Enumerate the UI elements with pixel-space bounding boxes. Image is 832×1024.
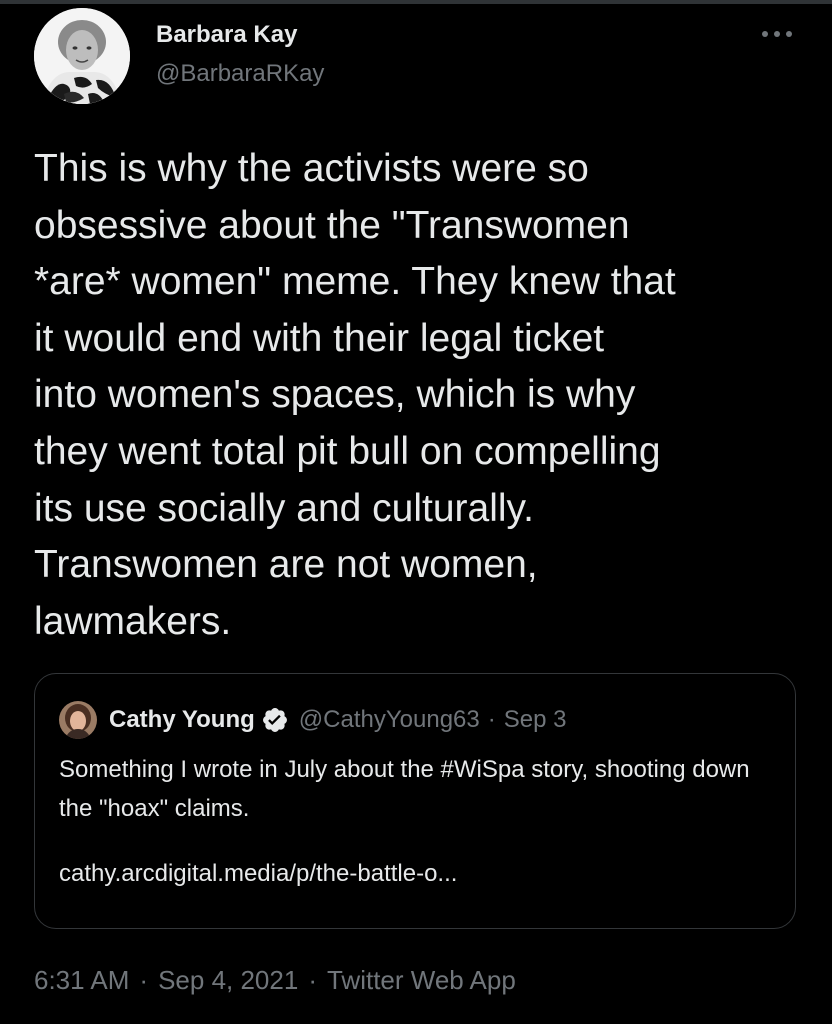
more-horizontal-icon[interactable]: [760, 26, 794, 42]
tweet-source-app[interactable]: Twitter Web App: [327, 965, 516, 996]
tweet-text: This is why the activists were so obsess…: [34, 147, 676, 643]
meta-separator: ·: [308, 965, 317, 995]
quoted-author-handle[interactable]: @CathyYoung63: [299, 706, 480, 734]
quoted-tweet-link[interactable]: cathy.arcdigital.media/p/the-battle-o...: [59, 860, 457, 888]
author-handle[interactable]: @BarbaraRKay: [156, 60, 324, 88]
top-divider: [0, 0, 832, 4]
tweet-metadata: 6:31 AM · Sep 4, 2021 · Twitter Web App: [34, 965, 516, 996]
tweet-date[interactable]: Sep 4, 2021: [158, 965, 298, 996]
author-name[interactable]: Barbara Kay: [156, 21, 297, 49]
quoted-separator: ·: [487, 706, 496, 733]
tweet-time[interactable]: 6:31 AM: [34, 965, 129, 996]
quoted-tweet-card[interactable]: Cathy Young @CathyYoung63 · Sep 3 Someth…: [34, 673, 796, 929]
quoted-author-name[interactable]: Cathy Young: [109, 706, 255, 734]
quoted-tweet-header: Cathy Young @CathyYoung63 · Sep 3: [109, 703, 566, 737]
quoted-tweet-text: Something I wrote in July about the #WiS…: [59, 756, 750, 822]
author-avatar[interactable]: [34, 8, 130, 104]
tweet-header: Barbara Kay @BarbaraRKay: [34, 8, 798, 108]
quoted-tweet-date[interactable]: Sep 3: [504, 706, 567, 734]
verified-badge-icon: [261, 706, 289, 734]
quoted-author-avatar[interactable]: [59, 701, 97, 739]
meta-separator: ·: [139, 965, 149, 995]
